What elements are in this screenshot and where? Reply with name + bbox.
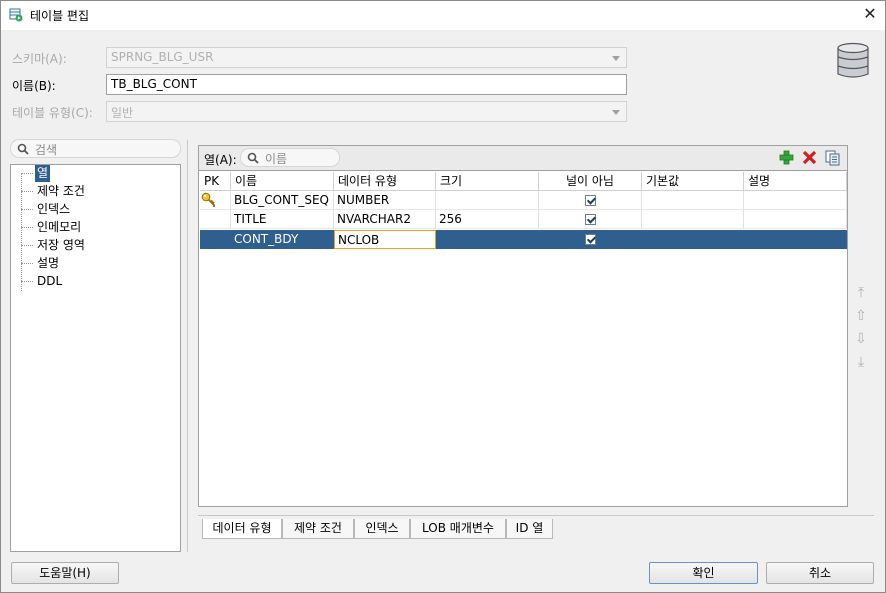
- table-type-label: 테이블 유형(C):: [12, 106, 93, 120]
- pk-cell[interactable]: [200, 230, 231, 249]
- name-cell[interactable]: CONT_BDY: [231, 230, 334, 249]
- columns-search-placeholder: 이름: [265, 152, 288, 166]
- search-icon: [247, 152, 259, 164]
- splitter[interactable]: [187, 140, 188, 552]
- nav-item-indexes[interactable]: 인덱스: [35, 201, 72, 218]
- size-cell[interactable]: 256: [436, 210, 539, 229]
- tree-connector: [21, 191, 33, 192]
- nav-item-comment[interactable]: 설명: [35, 255, 61, 272]
- move-down-icon[interactable]: ⇩: [854, 331, 868, 347]
- tab-datatype[interactable]: 데이터 유형: [202, 519, 282, 539]
- default-cell[interactable]: [642, 230, 744, 249]
- tab-lob-params[interactable]: LOB 매개변수: [410, 519, 506, 539]
- default-cell[interactable]: [642, 210, 744, 229]
- nav-search-placeholder: 검색: [35, 143, 58, 157]
- schema-select[interactable]: SPRNG_BLG_USR: [106, 47, 627, 68]
- tab-identity[interactable]: ID 열: [506, 519, 553, 539]
- nav-item-constraints[interactable]: 제약 조건: [35, 183, 87, 200]
- notnull-cell[interactable]: [539, 210, 642, 229]
- col-header-comment[interactable]: 설명: [744, 172, 847, 191]
- pk-cell[interactable]: [200, 210, 231, 229]
- col-header-pk[interactable]: PK: [200, 172, 231, 191]
- comment-cell[interactable]: [744, 191, 847, 210]
- tree-connector: [21, 209, 33, 210]
- name-cell[interactable]: BLG_CONT_SEQ: [231, 191, 334, 210]
- chevron-down-icon: [612, 110, 620, 115]
- col-header-notnull[interactable]: 널이 아님: [539, 172, 642, 191]
- col-header-name[interactable]: 이름: [231, 172, 334, 191]
- nav-item-ddl[interactable]: DDL: [35, 273, 64, 290]
- cancel-button[interactable]: 취소: [766, 562, 874, 584]
- col-header-default[interactable]: 기본값: [642, 172, 744, 191]
- notnull-cell[interactable]: [539, 191, 642, 210]
- nav-item-storage[interactable]: 저장 영역: [35, 237, 87, 254]
- nav-item-columns[interactable]: 열: [35, 165, 51, 182]
- tree-connector: [21, 227, 33, 228]
- name-label: 이름(B):: [12, 79, 56, 93]
- size-cell[interactable]: [436, 230, 539, 249]
- chevron-down-icon: [612, 56, 620, 61]
- datatype-editor[interactable]: NCLOB: [334, 230, 436, 249]
- move-bottom-icon[interactable]: ⤓: [854, 354, 868, 370]
- copy-column-icon[interactable]: [825, 150, 840, 166]
- search-icon: [17, 143, 29, 155]
- pk-cell[interactable]: [200, 191, 231, 210]
- default-cell[interactable]: [642, 191, 744, 210]
- add-column-icon[interactable]: [779, 150, 794, 165]
- schema-select-value: SPRNG_BLG_USR: [111, 50, 214, 64]
- nav-search-input[interactable]: 검색: [10, 139, 181, 158]
- col-header-size[interactable]: 크기: [436, 172, 539, 191]
- table-edit-icon: [9, 8, 23, 22]
- primary-key-icon: [201, 192, 215, 207]
- close-icon[interactable]: ✕: [860, 4, 880, 24]
- nav-tree: 열 제약 조건 인덱스 인메모리 저장 영역 설명 DDL: [10, 164, 181, 552]
- size-cell[interactable]: [436, 191, 539, 210]
- remove-column-icon[interactable]: [802, 150, 817, 165]
- window-title: 테이블 편집: [30, 9, 90, 23]
- table-type-select[interactable]: 일반: [106, 101, 627, 122]
- nav-item-inmemory[interactable]: 인메모리: [35, 219, 83, 236]
- datatype-cell[interactable]: NVARCHAR2: [334, 210, 436, 229]
- datatype-cell[interactable]: NUMBER: [334, 191, 436, 210]
- notnull-cell[interactable]: [539, 230, 642, 249]
- notnull-checkbox[interactable]: [585, 214, 596, 225]
- table-type-value: 일반: [111, 106, 134, 120]
- tree-connector: [21, 173, 33, 174]
- columns-search-input[interactable]: 이름: [240, 148, 340, 167]
- database-icon: [837, 42, 869, 78]
- notnull-checkbox[interactable]: [585, 195, 596, 206]
- comment-cell[interactable]: [744, 210, 847, 229]
- tree-connector: [21, 281, 33, 282]
- ok-button[interactable]: 확인: [649, 562, 758, 584]
- tab-constraints[interactable]: 제약 조건: [282, 519, 354, 539]
- tab-indexes[interactable]: 인덱스: [354, 519, 410, 539]
- col-header-datatype[interactable]: 데이터 유형: [334, 172, 436, 191]
- tabs-divider: [198, 515, 874, 516]
- tree-connector: [21, 245, 33, 246]
- table-name-input[interactable]: TB_BLG_CONT: [106, 74, 627, 95]
- title-bar: [0, 0, 886, 30]
- move-top-icon[interactable]: ⤒: [854, 285, 868, 301]
- comment-cell[interactable]: [744, 230, 847, 249]
- schema-label: 스키마(A):: [12, 52, 67, 66]
- columns-label: 열(A):: [204, 153, 237, 167]
- name-cell[interactable]: TITLE: [231, 210, 334, 229]
- move-up-icon[interactable]: ⇧: [854, 308, 868, 324]
- tree-connector: [21, 263, 33, 264]
- help-button[interactable]: 도움말(H): [11, 562, 119, 584]
- notnull-checkbox[interactable]: [585, 234, 596, 245]
